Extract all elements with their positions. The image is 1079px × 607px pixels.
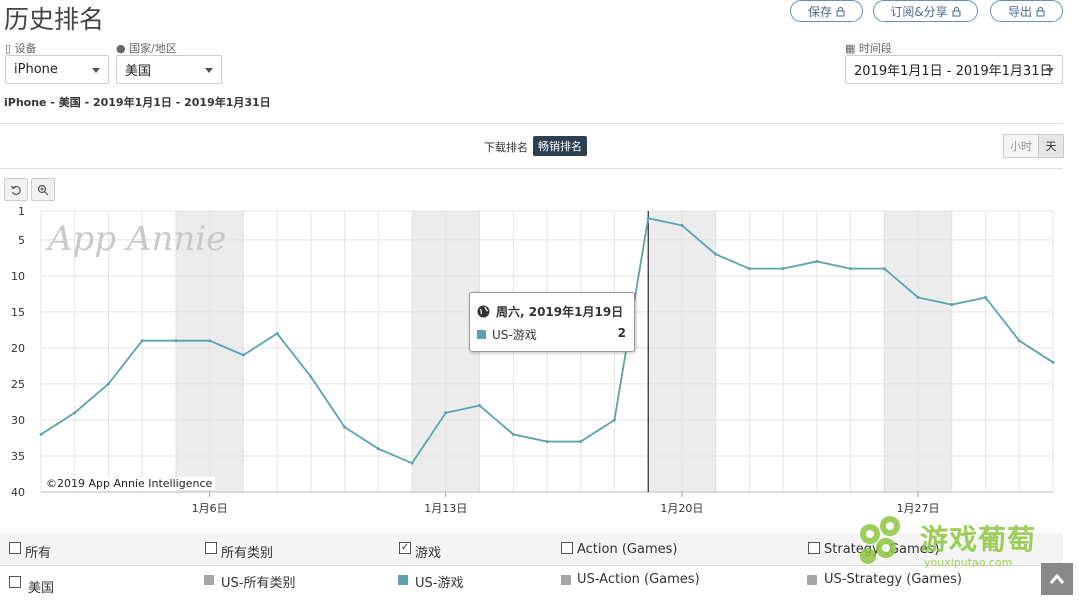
chart-tooltip: 周六, 2019年1月19日 US-游戏 2 [469, 292, 635, 352]
legend-action-games: Action (Games) [577, 542, 678, 557]
site-watermark-name: 游戏葡萄 [920, 523, 1037, 556]
data-point[interactable] [747, 267, 751, 271]
y-tick-label: 40 [11, 486, 25, 499]
data-point[interactable] [882, 267, 886, 271]
legend-us-strategy-games[interactable]: US-Strategy (Games) [824, 572, 962, 587]
globe-icon [477, 305, 490, 318]
data-point[interactable] [376, 447, 380, 451]
checkbox-action-games[interactable] [561, 542, 573, 554]
swatch-us-games [398, 575, 408, 585]
data-point[interactable] [410, 461, 414, 465]
data-point[interactable] [916, 295, 920, 299]
y-tick-label: 15 [11, 306, 25, 319]
data-point[interactable] [73, 411, 77, 415]
data-point[interactable] [950, 303, 954, 307]
y-tick-label: 1 [18, 205, 25, 218]
tooltip-value: 2 [617, 326, 626, 340]
x-tick-label: 1月6日 [192, 502, 228, 515]
checkbox-us[interactable] [9, 576, 21, 588]
data-point[interactable] [343, 425, 347, 429]
data-point[interactable] [781, 267, 785, 271]
legend-all: 所有 [25, 546, 52, 561]
data-point[interactable] [275, 331, 279, 335]
legend-games: 游戏 [415, 546, 442, 561]
data-point[interactable] [309, 375, 313, 379]
tooltip-date: 周六, 2019年1月19日 [496, 305, 624, 319]
data-point[interactable] [174, 339, 178, 343]
data-point[interactable] [478, 404, 482, 408]
y-tick-label: 35 [11, 450, 25, 463]
grape-logo-icon [860, 516, 900, 564]
swatch-us-action-games [561, 575, 571, 585]
chevron-up-icon [1049, 573, 1065, 584]
legend-us-action-games[interactable]: US-Action (Games) [577, 572, 700, 587]
data-point[interactable] [1051, 360, 1055, 364]
data-point[interactable] [984, 295, 988, 299]
site-watermark: 游戏葡萄 youxiputao.com [856, 512, 1056, 572]
legend-all-categories: 所有类别 [221, 546, 274, 561]
y-tick-label: 10 [11, 270, 25, 283]
y-tick-label: 5 [18, 234, 25, 247]
data-point[interactable] [511, 432, 515, 436]
data-point[interactable] [579, 440, 583, 444]
x-tick-label: 1月13日 [424, 502, 467, 515]
y-tick-label: 30 [11, 414, 25, 427]
data-point[interactable] [680, 223, 684, 227]
data-point[interactable] [815, 259, 819, 263]
data-point[interactable] [646, 216, 650, 220]
swatch-us-strategy-games [807, 575, 817, 585]
swatch-us-all-categories [204, 575, 214, 585]
data-point[interactable] [39, 432, 43, 436]
checkbox-games-checked[interactable]: ✓ [399, 542, 411, 554]
data-point[interactable] [444, 411, 448, 415]
data-point[interactable] [545, 440, 549, 444]
data-point[interactable] [612, 418, 616, 422]
legend-us: 美国 [28, 581, 55, 596]
checkbox-all[interactable] [9, 542, 21, 554]
data-point[interactable] [208, 339, 212, 343]
legend-us-all-categories[interactable]: US-所有类别 [221, 572, 295, 591]
checkbox-strategy-games[interactable] [808, 542, 820, 554]
data-point[interactable] [106, 382, 110, 386]
y-tick-label: 25 [11, 378, 25, 391]
data-point[interactable] [241, 353, 245, 357]
checkbox-all-categories[interactable] [205, 542, 217, 554]
data-point[interactable] [1017, 339, 1021, 343]
site-watermark-url: youxiputao.com [924, 556, 1013, 569]
legend-us-games[interactable]: US-游戏 [415, 572, 463, 591]
tooltip-series: US-游戏 [492, 328, 537, 342]
copyright-label: ©2019 App Annie Intelligence [43, 477, 216, 490]
app-annie-watermark: App Annie [45, 219, 226, 259]
data-point[interactable] [714, 252, 718, 256]
scroll-to-top-button[interactable] [1041, 563, 1073, 595]
data-point[interactable] [849, 267, 853, 271]
y-tick-label: 20 [11, 342, 25, 355]
tooltip-series-swatch [477, 330, 486, 339]
x-tick-label: 1月20日 [660, 502, 703, 515]
data-point[interactable] [140, 339, 144, 343]
